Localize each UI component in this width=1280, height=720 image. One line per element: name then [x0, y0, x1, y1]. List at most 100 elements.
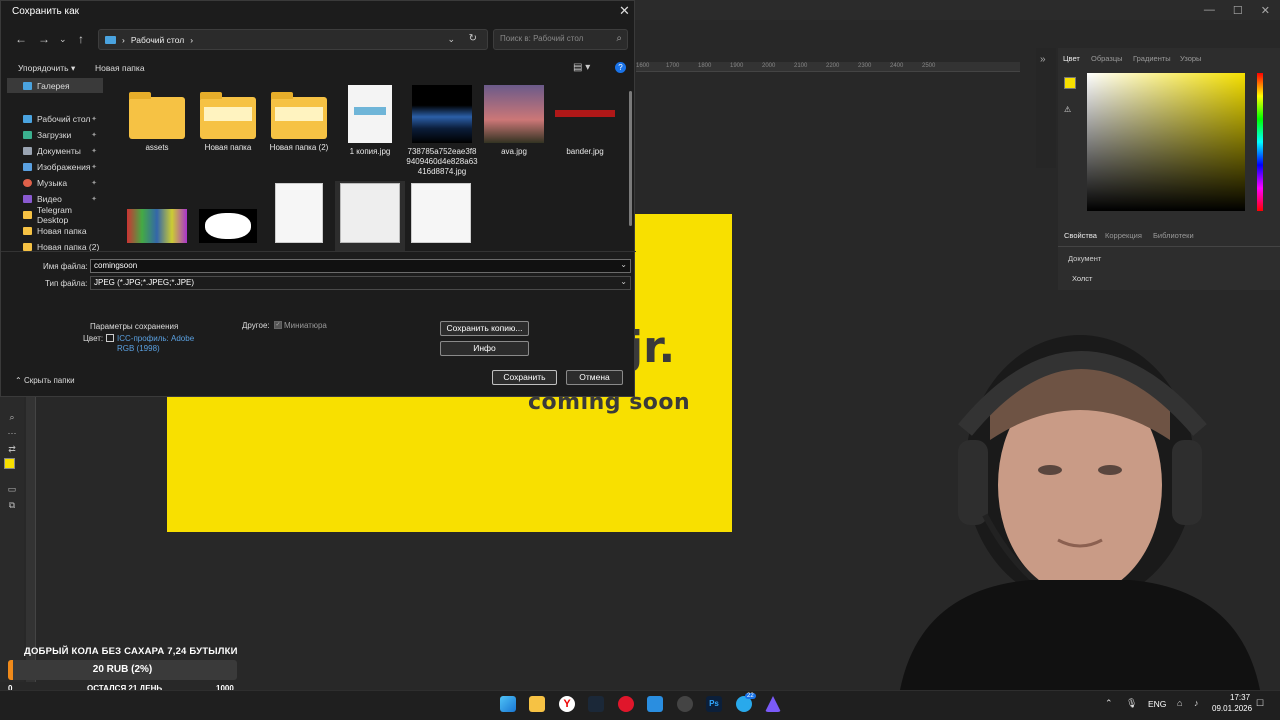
foreground-color-swatch[interactable] — [4, 458, 15, 469]
up-folder-icon[interactable]: ↑ — [78, 32, 84, 46]
minimize-icon[interactable]: — — [1204, 4, 1215, 16]
tab-patterns[interactable]: Узоры — [1180, 54, 1201, 63]
chevron-down-icon[interactable]: ⌄ — [447, 34, 455, 45]
breadcrumb-chevron-icon: › — [122, 34, 125, 45]
file-item-row2-4[interactable] — [335, 181, 405, 251]
collapse-icon[interactable]: » — [1040, 54, 1046, 65]
properties-canvas-section[interactable]: Холст — [1072, 274, 1093, 283]
folder-icon — [271, 92, 327, 139]
save-copy-button[interactable]: Сохранить копию... — [440, 321, 529, 336]
file-list-scrollbar[interactable] — [629, 91, 632, 226]
file-item-new-folder[interactable]: Новая папка — [193, 87, 263, 153]
language-indicator[interactable]: ENG — [1148, 699, 1166, 709]
microphone-icon[interactable]: 🎙 — [1126, 698, 1137, 709]
ruler-tick: 2300 — [858, 63, 872, 69]
photoshop-icon[interactable]: Ps — [706, 696, 722, 712]
steam-icon[interactable] — [588, 696, 604, 712]
zoom-tool-icon[interactable]: ⌕ — [5, 412, 19, 422]
view-options-icon[interactable]: ▤ ▾ — [573, 62, 590, 73]
start-icon[interactable] — [500, 696, 516, 712]
obs-icon[interactable] — [677, 696, 693, 712]
color-picker-field[interactable] — [1087, 73, 1245, 211]
tab-properties[interactable]: Свойства — [1064, 231, 1097, 240]
help-icon[interactable]: ? — [615, 62, 626, 73]
file-item-hash-jpg[interactable]: 738785a752eae3f89409460d4e828a63416d8874… — [406, 85, 478, 177]
panel-foreground-swatch[interactable] — [1064, 77, 1076, 89]
thumbnail-checkbox[interactable]: ✓ — [274, 321, 282, 329]
clock-time[interactable]: 17:37 — [1230, 693, 1250, 702]
maximize-icon[interactable]: ☐ — [1233, 4, 1243, 17]
close-icon[interactable]: ✕ — [619, 3, 630, 19]
save-as-dialog: Сохранить как ✕ ← → ⌄ ↑ › Рабочий стол ›… — [0, 0, 636, 397]
recent-locations-icon[interactable]: ⌄ — [59, 34, 67, 45]
sidebar-item-new-folder[interactable]: Новая папка — [7, 223, 103, 238]
folder-icon — [23, 210, 32, 219]
chevron-down-icon[interactable]: ⌄ — [620, 277, 627, 286]
file-name: ava.jpg — [501, 147, 527, 156]
folder-icon — [23, 226, 32, 235]
file-explorer-icon[interactable] — [529, 696, 545, 712]
tab-gradients[interactable]: Градиенты — [1133, 54, 1171, 63]
organize-button[interactable]: Упорядочить ▾ — [18, 63, 75, 74]
sidebar-item-documents[interactable]: Документы ✦ — [7, 143, 103, 158]
image-thumbnail — [412, 85, 472, 143]
quick-mask-icon[interactable]: ▭ — [5, 484, 19, 494]
file-item-assets[interactable]: assets — [122, 87, 192, 153]
tab-libraries[interactable]: Библиотеки — [1153, 231, 1194, 240]
tab-color[interactable]: Цвет — [1063, 54, 1080, 63]
save-button[interactable]: Сохранить — [492, 370, 557, 385]
close-icon[interactable]: ✕ — [1261, 4, 1270, 17]
forward-icon[interactable]: → — [38, 32, 50, 46]
refresh-icon[interactable]: ↻ — [469, 33, 477, 44]
telegram-badge: 22 — [745, 693, 756, 699]
sidebar-item-gallery[interactable]: Галерея — [7, 78, 103, 93]
screen-mode-icon[interactable]: ⧉ — [5, 500, 19, 510]
file-item-row2-3[interactable] — [264, 183, 334, 247]
file-item-row2-2[interactable] — [193, 209, 263, 247]
yandex-browser-icon[interactable]: Y — [559, 696, 575, 712]
sidebar-item-telegram[interactable]: Telegram Desktop — [7, 205, 103, 225]
hide-folders-button[interactable]: ⌃ Скрыть папки — [15, 376, 75, 385]
back-icon[interactable]: ← — [15, 32, 27, 46]
file-item-row2-1[interactable] — [122, 209, 192, 247]
music-icon — [23, 178, 32, 187]
ruler-tick: 2500 — [922, 63, 936, 69]
new-folder-button[interactable]: Новая папка — [95, 63, 145, 73]
icc-profile-checkbox[interactable] — [106, 334, 114, 342]
tab-adjustments[interactable]: Коррекция — [1105, 231, 1142, 240]
volume-icon[interactable]: ♪ — [1194, 698, 1199, 708]
ruler-tick: 2000 — [762, 63, 776, 69]
hue-slider[interactable] — [1257, 73, 1263, 211]
chevron-up-icon: ⌃ — [15, 376, 24, 385]
opera-icon[interactable] — [618, 696, 634, 712]
clock-date[interactable]: 09.01.2026 — [1212, 704, 1252, 713]
breadcrumb-desktop[interactable]: Рабочий стол — [131, 35, 184, 45]
file-item-row2-5[interactable] — [406, 183, 476, 247]
network-icon[interactable]: ⌂ — [1177, 698, 1182, 708]
panel-dock-icons: » — [1036, 48, 1056, 168]
sidebar-item-downloads[interactable]: Загрузки ✦ — [7, 127, 103, 142]
file-item-bander[interactable]: bander.jpg — [550, 85, 620, 157]
more-tools-icon[interactable]: ··· — [5, 428, 19, 438]
filetype-select[interactable]: JPEG (*.JPG;*.JPEG;*.JPE) ⌄ — [90, 276, 631, 290]
notifications-icon[interactable]: ☐ — [1256, 698, 1264, 709]
file-item-new-folder-2[interactable]: Новая папка (2) — [264, 87, 334, 153]
app-icon[interactable] — [647, 696, 663, 712]
file-item-kopiya[interactable]: 1 копия.jpg — [335, 85, 405, 157]
search-icon: ⌕ — [616, 33, 622, 44]
tray-chevron-up-icon[interactable]: ⌃ — [1105, 698, 1113, 709]
search-input[interactable]: Поиск в: Рабочий стол ⌕ — [493, 29, 628, 50]
tab-swatches[interactable]: Образцы — [1091, 54, 1123, 63]
sidebar-item-pictures[interactable]: Изображения ✦ — [7, 159, 103, 174]
cancel-button[interactable]: Отмена — [566, 370, 623, 385]
sidebar-item-music[interactable]: Музыка ✦ — [7, 175, 103, 190]
address-bar[interactable]: › Рабочий стол › ⌄ ↻ — [98, 29, 488, 50]
filename-input[interactable]: comingsoon ⌄ — [90, 259, 631, 273]
file-name: Новая папка (2) — [269, 143, 329, 152]
sidebar-item-desktop[interactable]: Рабочий стол ✦ — [7, 111, 103, 126]
pin-icon: ✦ — [91, 163, 97, 171]
swap-colors-icon[interactable]: ⇄ — [5, 444, 19, 454]
chevron-down-icon[interactable]: ⌄ — [620, 260, 627, 269]
file-item-ava[interactable]: ava.jpg — [479, 85, 549, 157]
info-button[interactable]: Инфо — [440, 341, 529, 356]
